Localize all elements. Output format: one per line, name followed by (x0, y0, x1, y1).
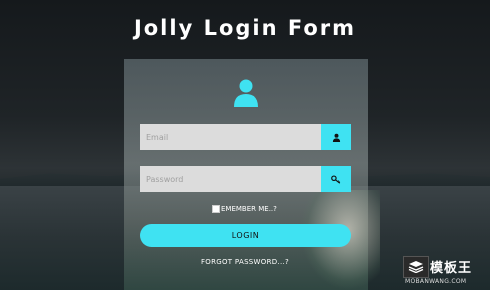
watermark-url: MOBANWANG.COM (405, 278, 467, 285)
password-field (140, 166, 351, 192)
forgot-password-link[interactable]: FORGOT PASSWORD...? (201, 258, 289, 266)
watermark-logo-icon (403, 256, 429, 278)
watermark-text: 模板王 (430, 261, 473, 276)
email-input[interactable] (140, 124, 326, 150)
remember-me[interactable]: EMEMBER ME..? (212, 205, 277, 213)
email-icon-box (321, 124, 351, 150)
login-button[interactable]: LOGIN (140, 224, 351, 247)
key-icon (331, 175, 341, 184)
email-field (140, 124, 351, 150)
login-page: Jolly Login Form EMEMBER ME..? LOGIN FOR… (0, 0, 490, 290)
page-title: Jolly Login Form (133, 16, 357, 40)
person-icon (332, 133, 340, 142)
remember-label: EMEMBER ME..? (221, 205, 277, 213)
watermark: 模板王 MOBANWANG.COM (403, 256, 485, 286)
remember-checkbox[interactable] (212, 205, 220, 213)
user-icon (234, 79, 258, 107)
password-input[interactable] (140, 166, 326, 192)
password-icon-box (321, 166, 351, 192)
